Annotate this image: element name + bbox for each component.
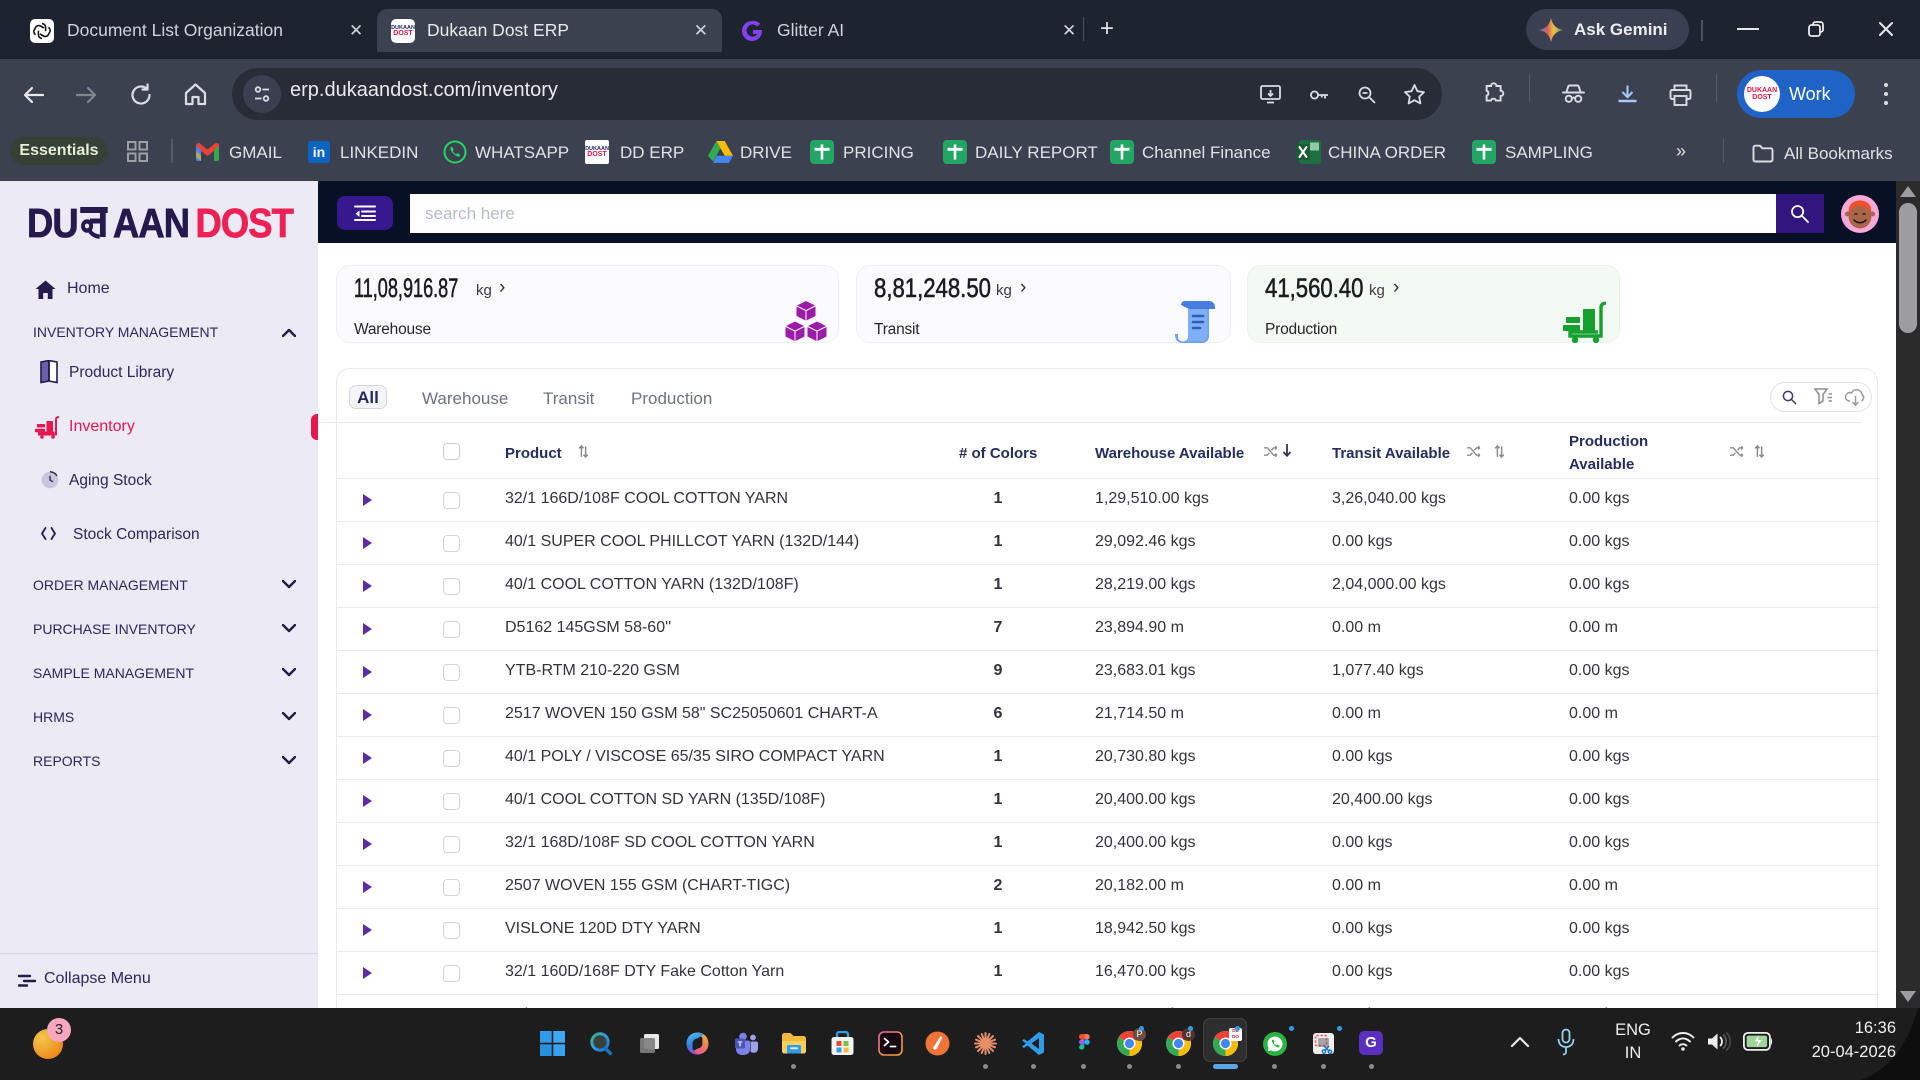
svg-text:AAN: AAN	[113, 207, 189, 247]
svg-text:DOST: DOST	[196, 207, 295, 247]
svg-text:T: T	[738, 1039, 743, 1048]
svg-text:DU: DU	[27, 207, 78, 247]
